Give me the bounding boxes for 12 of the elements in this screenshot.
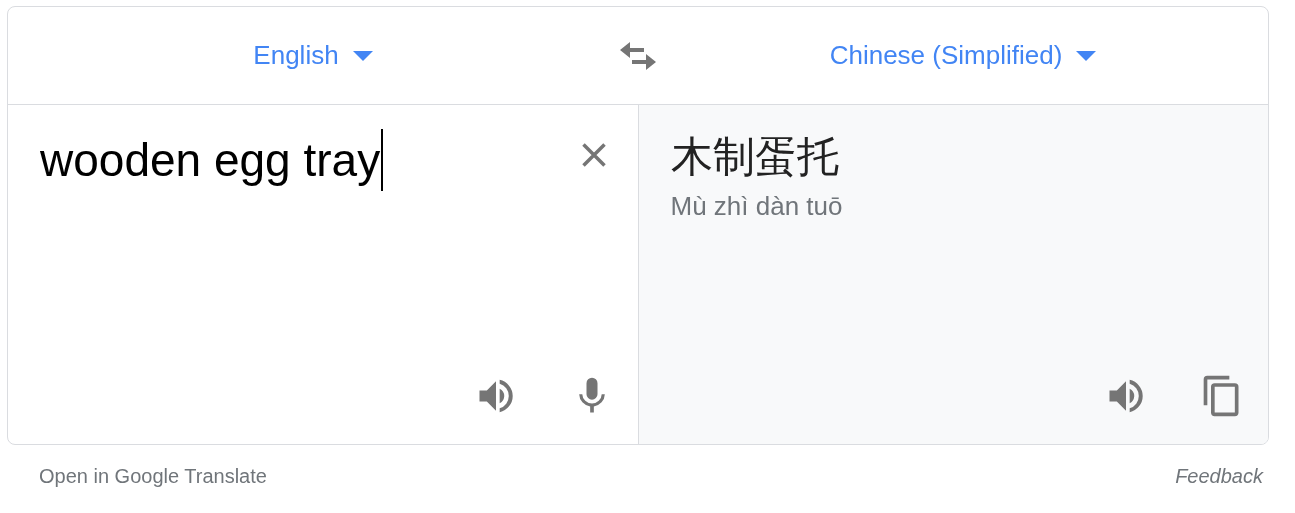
target-language-selector[interactable]: Chinese (Simplified): [825, 36, 1101, 75]
source-language-selector[interactable]: English: [249, 36, 377, 75]
close-icon[interactable]: [579, 141, 608, 169]
feedback-link[interactable]: Feedback: [1175, 465, 1263, 488]
swap-arrows-icon[interactable]: [618, 39, 658, 72]
caret-icon: [352, 50, 373, 61]
text-cursor: [381, 129, 384, 191]
romanization-text: Mù zhì dàn tuō: [670, 191, 843, 222]
input-field[interactable]: wooden egg tray: [40, 129, 384, 191]
translated-text: 木制蛋托: [670, 132, 839, 182]
open-in-translate-link[interactable]: Open in Google Translate: [39, 465, 267, 488]
caret-icon: [1076, 50, 1097, 61]
